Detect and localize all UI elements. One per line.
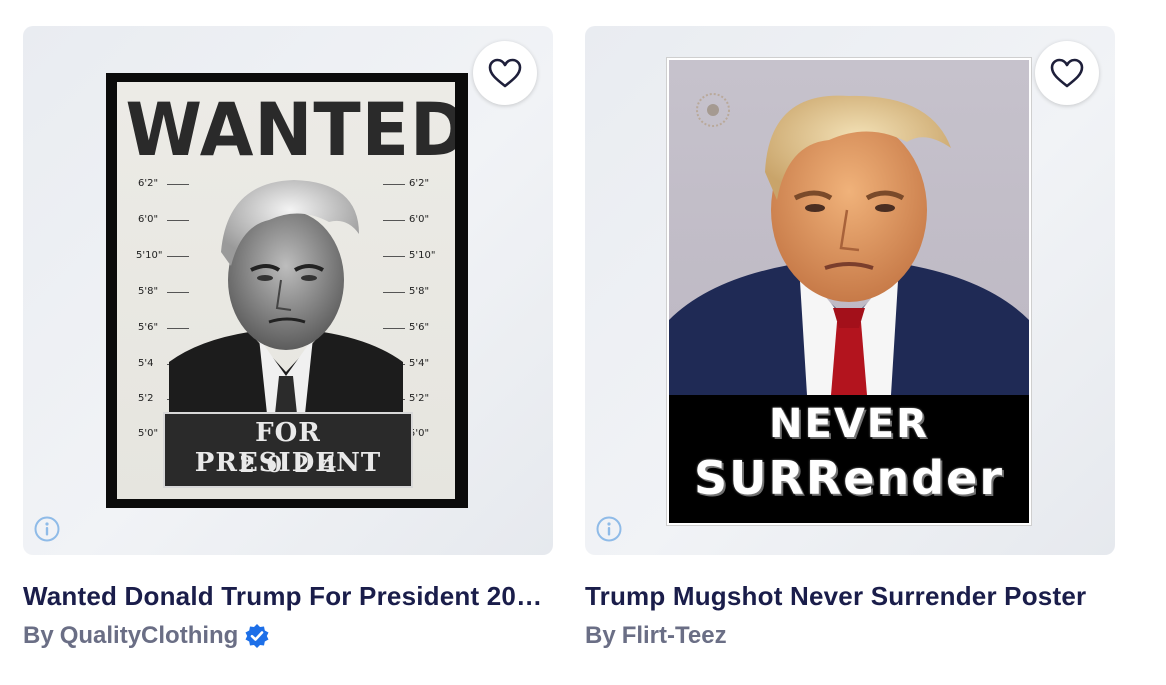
height-label-left: 6'0" [138, 214, 159, 225]
height-label-right: 5'6" [409, 322, 430, 333]
product-card: WANTED 6'2" 6'0" 5'10" 5'8" 5'6" 5'4 5'2… [23, 26, 553, 650]
slogan-band: NEVER SURRender [669, 395, 1029, 523]
poster-headline: WANTED [125, 88, 455, 173]
product-artwork: NEVER SURRender [666, 57, 1032, 526]
height-label-left: 6'2" [138, 178, 159, 189]
by-label: By [23, 622, 54, 649]
product-card: NEVER SURRender Trump Mugshot Never Surr… [585, 26, 1115, 650]
mugshot-illustration [669, 93, 1029, 395]
mugshot-photo [669, 60, 1029, 395]
caption-plate: FOR PRESIDENT 2024 [163, 412, 413, 488]
wanted-poster: WANTED 6'2" 6'0" 5'10" 5'8" 5'6" 5'4 5'2… [117, 82, 455, 499]
favorite-button[interactable] [1035, 41, 1099, 105]
height-label-right: 5'4" [409, 358, 430, 369]
product-artwork: WANTED 6'2" 6'0" 5'10" 5'8" 5'6" 5'4 5'2… [106, 73, 468, 508]
height-label-left: 5'4 [138, 358, 154, 369]
height-label-right: 5'8" [409, 286, 430, 297]
mugshot-illustration [169, 180, 403, 414]
seller-name[interactable]: Flirt-Teez [622, 622, 727, 650]
slogan-line1: NEVER [769, 401, 929, 447]
product-title[interactable]: Wanted Donald Trump For President 2024 P… [23, 581, 543, 612]
info-circle-icon [34, 516, 60, 542]
height-label-left: 5'2 [138, 393, 154, 404]
height-label-left: 5'0" [138, 428, 159, 439]
height-label-right: 6'0" [409, 214, 430, 225]
product-image-tile[interactable]: WANTED 6'2" 6'0" 5'10" 5'8" 5'6" 5'4 5'2… [23, 26, 553, 555]
seller-byline[interactable]: By QualityClothing [23, 622, 553, 650]
seller-name[interactable]: QualityClothing [60, 622, 239, 650]
info-button[interactable] [34, 516, 60, 542]
height-label-left: 5'8" [138, 286, 159, 297]
product-grid: WANTED 6'2" 6'0" 5'10" 5'8" 5'6" 5'4 5'2… [0, 0, 1166, 685]
caption-line2: 2024 [239, 452, 349, 478]
height-label-right: 5'10" [409, 250, 436, 261]
height-label-left: 5'10" [136, 250, 163, 261]
heart-outline-icon [1050, 58, 1084, 88]
height-label-left: 5'6" [138, 322, 159, 333]
favorite-button[interactable] [473, 41, 537, 105]
info-button[interactable] [596, 516, 622, 542]
info-circle-icon [596, 516, 622, 542]
seller-byline[interactable]: By Flirt-Teez [585, 622, 1115, 650]
by-label: By [585, 622, 616, 649]
height-label-right: 6'2" [409, 178, 430, 189]
heart-outline-icon [488, 58, 522, 88]
product-title[interactable]: Trump Mugshot Never Surrender Poster [585, 581, 1105, 612]
verified-badge-icon [245, 624, 269, 648]
product-image-tile[interactable]: NEVER SURRender [585, 26, 1115, 555]
slogan-line2: SURRender [693, 451, 1005, 505]
height-label-right: 5'2" [409, 393, 430, 404]
